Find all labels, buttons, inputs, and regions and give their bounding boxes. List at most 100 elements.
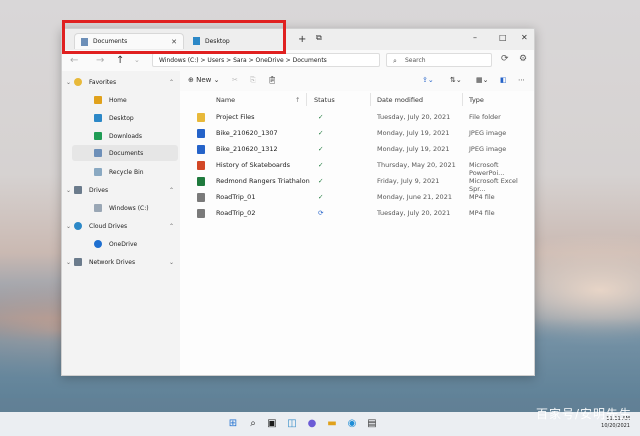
watermark: 百家号/安明先生 [535, 407, 632, 421]
sidebar-item-windows-c[interactable]: Windows (C:) [62, 200, 180, 216]
forward-arrow-icon[interactable]: → [96, 55, 104, 66]
file-name: RoadTrip_02 [216, 209, 256, 217]
video-icon [197, 209, 205, 218]
table-row[interactable]: RoadTrip_02 ⟳ Tuesday, July 20, 2021 MP4 fi… [180, 205, 534, 221]
gear-icon[interactable]: ⚙ [519, 54, 527, 64]
checkmark-icon: ✓ [318, 145, 324, 153]
sidebar-item-label: Desktop [109, 114, 134, 122]
chevron-up-icon[interactable]: ⌃ [169, 79, 174, 86]
chevron-down-icon[interactable]: ⌄ [66, 79, 71, 86]
star-icon [74, 78, 82, 86]
clock-date: 10/20/2021 [601, 423, 630, 429]
copy-icon[interactable]: ⎘ [250, 76, 256, 85]
chevron-down-icon[interactable]: ⌄ [134, 56, 140, 64]
sidebar-item-onedrive[interactable]: OneDrive [62, 236, 180, 252]
sidebar-item-documents[interactable]: Documents [72, 145, 178, 161]
checkmark-icon: ✓ [318, 177, 324, 185]
table-row[interactable]: Redmond Rangers Triathalon ✓ Friday, July … [180, 173, 534, 193]
video-icon [197, 193, 205, 202]
cut-icon[interactable]: ✂ [232, 76, 238, 84]
more-icon[interactable]: ⋯ [518, 76, 525, 84]
chevron-up-icon[interactable]: ⌃ [169, 187, 174, 194]
sidebar-item-downloads[interactable]: Downloads [62, 128, 180, 144]
sidebar-item-home[interactable]: Home [62, 92, 180, 108]
column-divider [462, 93, 463, 106]
column-divider [370, 93, 371, 106]
table-row[interactable]: Bike_210620_1307 ✓ Monday, July 19, 2021 JP… [180, 125, 534, 141]
file-name: RoadTrip_01 [216, 193, 256, 201]
onedrive-icon [94, 240, 102, 248]
column-status[interactable]: Status [314, 96, 335, 104]
search-input[interactable]: ⌕ Search [386, 53, 492, 67]
network-drive-icon [74, 258, 82, 266]
sidebar-item-network-drives[interactable]: ⌄ Network Drives ⌄ [62, 254, 180, 270]
drive-icon [74, 186, 82, 194]
tabs-highlight-box [62, 20, 286, 54]
chat-icon[interactable]: ● [306, 418, 318, 430]
sidebar-item-label: Drives [89, 186, 109, 194]
maximize-button[interactable]: □ [499, 33, 507, 42]
chevron-up-icon[interactable]: ⌃ [169, 223, 174, 230]
task-view-icon[interactable]: ▣ [266, 418, 278, 430]
new-tab-button[interactable]: + [298, 34, 306, 45]
home-icon [94, 96, 102, 104]
checkmark-icon: ✓ [318, 193, 324, 201]
refresh-icon[interactable]: ⟳ [501, 54, 509, 64]
chevron-down-icon[interactable]: ⌄ [66, 223, 71, 230]
file-date-modified: Friday, July 9, 2021 [377, 177, 440, 185]
command-bar: ⊕ New ⌄ ✂ ⎘ 📋︎ ⇪⌄ ⇅⌄ ▦⌄ ◧ ⋯ [180, 71, 534, 92]
sidebar-item-favorites[interactable]: ⌄ Favorites ⌃ [62, 74, 180, 90]
chevron-down-icon[interactable]: ⌄ [66, 259, 71, 266]
table-row[interactable]: RoadTrip_01 ✓ Monday, June 21, 2021 MP4 fil… [180, 189, 534, 205]
new-button[interactable]: ⊕ New ⌄ [188, 76, 219, 84]
windows-start-icon[interactable]: ⊞ [227, 418, 239, 430]
column-divider [306, 93, 307, 106]
file-explorer-window: Documents ✕ Desktop + ⧉ – □ ✕ ← → ↑ ⌄ Wi… [61, 28, 535, 376]
sync-icon: ⟳ [318, 209, 324, 217]
add-icon: ⊕ [188, 76, 194, 84]
up-arrow-icon[interactable]: ↑ [116, 55, 124, 66]
view-icon[interactable]: ▦⌄ [476, 76, 488, 84]
sidebar-item-desktop[interactable]: Desktop [62, 110, 180, 126]
file-type: MP4 file [469, 209, 495, 217]
desktop-icon [94, 114, 102, 122]
edge-icon[interactable]: ◉ [346, 418, 358, 430]
details-pane-icon[interactable]: ◧ [500, 76, 507, 84]
recycle-bin-icon [94, 168, 102, 176]
search-placeholder: Search [405, 57, 426, 64]
share-icon[interactable]: ⇪⌄ [422, 76, 434, 84]
checkmark-icon: ✓ [318, 129, 324, 137]
sidebar-item-label: Favorites [89, 78, 117, 86]
store-icon[interactable]: ▤ [366, 418, 378, 430]
minimize-button[interactable]: – [473, 33, 477, 42]
address-bar[interactable]: Windows (C:) > Users > Sara > OneDrive >… [152, 53, 380, 67]
table-row[interactable]: Project Files ✓ Tuesday, July 20, 2021 File… [180, 109, 534, 125]
back-arrow-icon[interactable]: ← [70, 55, 78, 66]
file-explorer-icon[interactable]: ▬ [326, 418, 338, 430]
documents-icon [94, 149, 102, 157]
sidebar-item-recycle-bin[interactable]: Recycle Bin [62, 164, 180, 180]
sidebar-item-cloud-drives[interactable]: ⌄ Cloud Drives ⌃ [62, 218, 180, 234]
search-icon: ⌕ [393, 57, 397, 65]
chevron-down-icon[interactable]: ⌄ [66, 187, 71, 194]
new-label: New [196, 76, 212, 84]
search-icon[interactable]: ⌕ [247, 418, 259, 430]
column-type[interactable]: Type [469, 96, 484, 104]
close-button[interactable]: ✕ [521, 33, 528, 42]
table-row[interactable]: History of Skateboards ✓ Thursday, May 20,… [180, 157, 534, 177]
sort-up-icon[interactable]: ↑ [295, 96, 300, 104]
sort-icon[interactable]: ⇅⌄ [450, 76, 462, 84]
file-name: Bike_210620_1307 [216, 129, 278, 137]
paste-icon[interactable]: 📋︎ [268, 76, 277, 84]
column-date-modified[interactable]: Date modified [377, 96, 423, 104]
table-row[interactable]: Bike_210620_1312 ✓ Monday, July 19, 2021 JP… [180, 141, 534, 157]
folder-icon [197, 113, 205, 122]
excel-icon [197, 177, 205, 186]
file-name: Project Files [216, 113, 255, 121]
column-name[interactable]: Name [216, 96, 235, 104]
sidebar-item-drives[interactable]: ⌄ Drives ⌃ [62, 182, 180, 198]
tab-overview-icon[interactable]: ⧉ [316, 33, 322, 43]
drive-icon [94, 204, 102, 212]
chevron-down-icon[interactable]: ⌄ [169, 259, 174, 266]
widgets-icon[interactable]: ◫ [286, 418, 298, 430]
